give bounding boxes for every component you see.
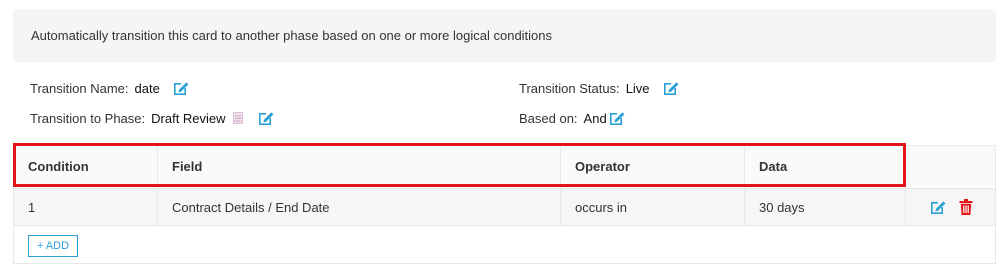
based-on-value: And [583,110,607,126]
table-row: 1 Contract Details / End Date occurs in … [14,188,995,226]
column-header-operator: Operator [561,146,745,186]
edit-icon[interactable] [929,198,947,216]
add-condition-button[interactable]: + ADD [28,235,78,257]
based-on-row: Based on: And [519,108,626,128]
column-header-condition: Condition [14,146,158,186]
edit-icon[interactable] [662,79,680,97]
info-banner-text: Automatically transition this card to an… [31,28,553,43]
edit-icon[interactable] [257,109,275,127]
data-cell: 30 days [745,189,906,225]
column-header-data: Data [745,146,906,186]
edit-icon[interactable] [608,109,626,127]
transition-name-row: Transition Name: date [30,78,190,98]
operator-cell: occurs in [561,189,745,225]
table-header-row: Condition Field Operator Data [14,146,995,186]
info-banner: Automatically transition this card to an… [13,9,996,62]
conditions-table: Condition Field Operator Data 1 Contract… [13,145,996,264]
condition-cell: 1 [14,189,158,225]
trash-icon[interactable] [959,199,973,215]
based-on-label: Based on: [519,110,578,126]
transition-phase-row: Transition to Phase: Draft Review [30,108,275,128]
transition-phase-value: Draft Review [151,110,226,126]
column-header-field: Field [158,146,561,186]
transition-phase-label: Transition to Phase: [30,110,146,126]
document-icon [232,112,243,124]
transition-status-label: Transition Status: [519,80,620,96]
transition-status-row: Transition Status: Live [519,78,680,98]
transition-name-label: Transition Name: [30,80,129,96]
column-header-actions [906,146,995,186]
field-cell: Contract Details / End Date [158,189,561,225]
edit-icon[interactable] [172,79,190,97]
transition-name-value: date [134,80,160,96]
row-actions [906,189,995,225]
transition-properties: Transition Name: date Transition to Phas… [30,78,990,134]
transition-status-value: Live [625,80,650,96]
